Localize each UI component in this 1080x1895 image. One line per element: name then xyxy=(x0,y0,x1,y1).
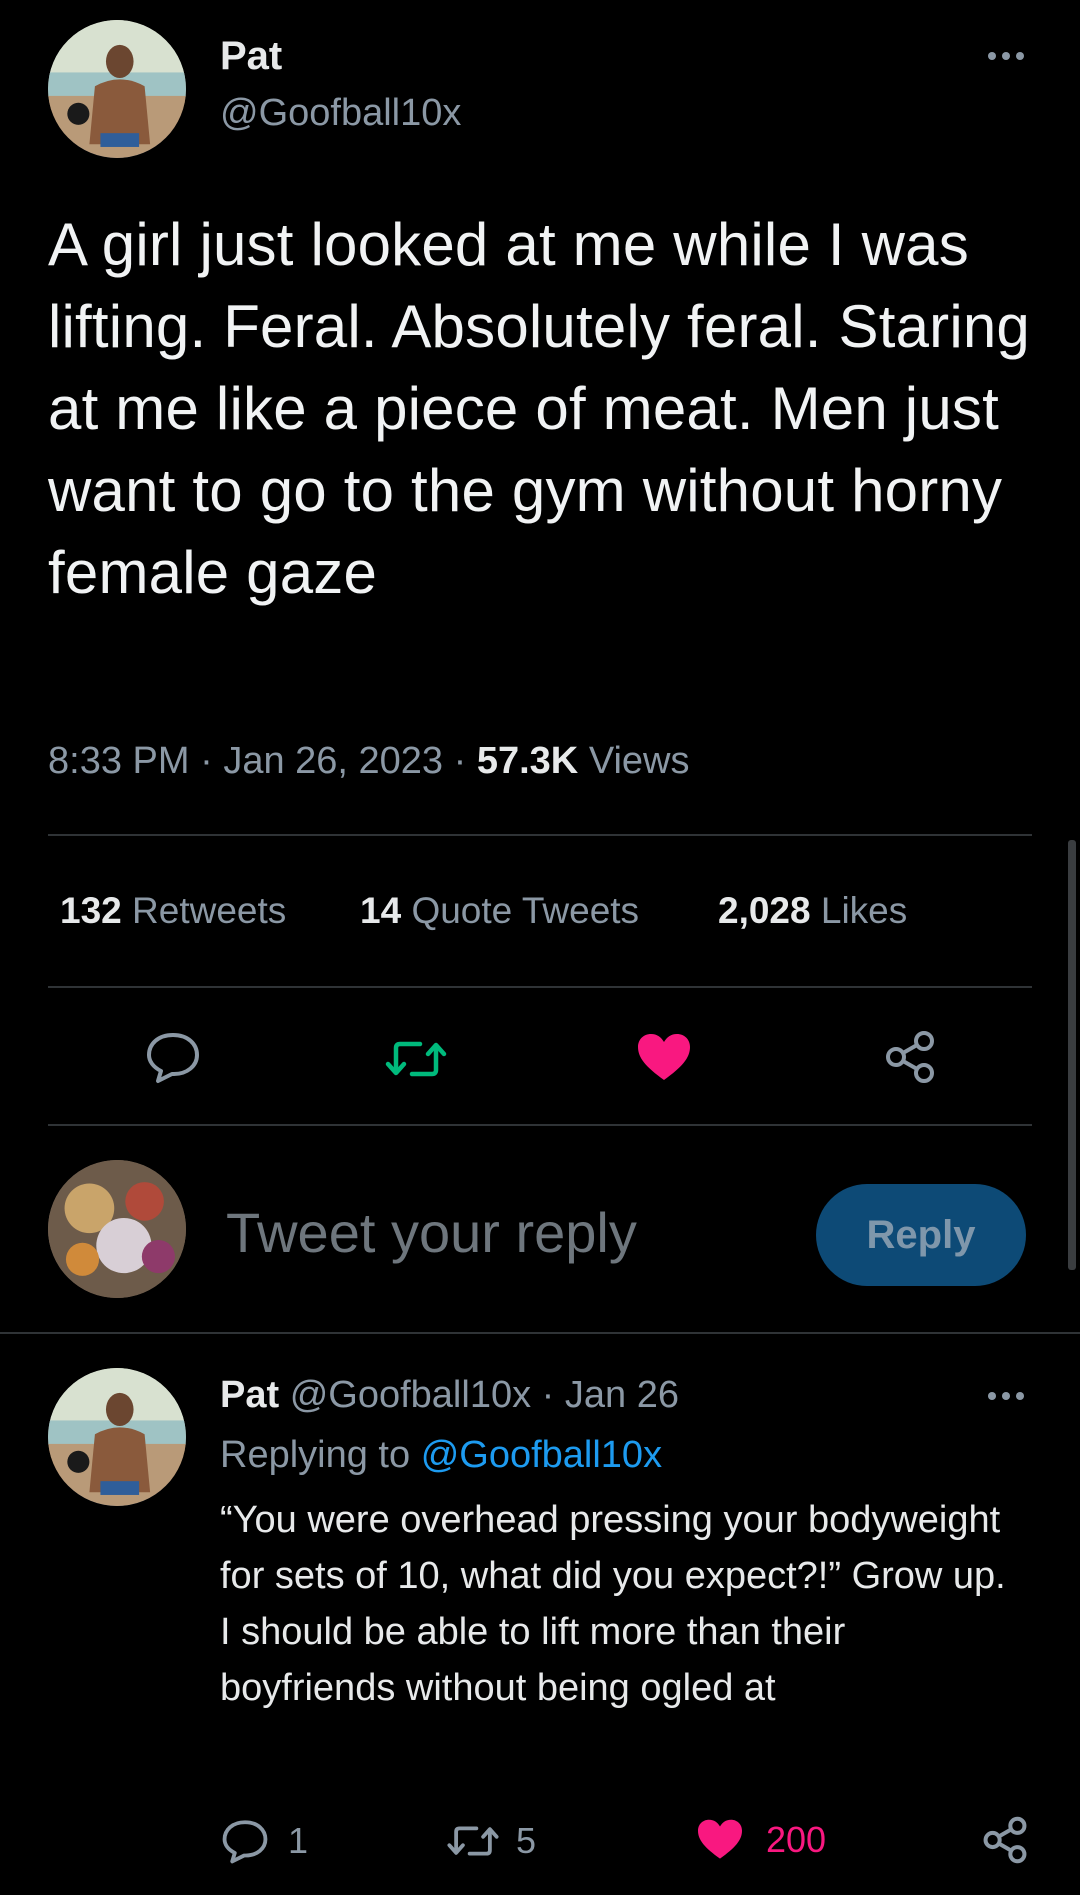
reply-share-button[interactable] xyxy=(982,1816,1028,1864)
likes-count: 2,028 xyxy=(718,890,811,931)
author-name[interactable]: Pat xyxy=(220,34,282,79)
tweet-text: A girl just looked at me while I was lif… xyxy=(48,211,1030,606)
like-count: 200 xyxy=(766,1819,827,1860)
retweets-label: Retweets xyxy=(132,890,287,931)
reply-button[interactable]: Reply xyxy=(816,1184,1026,1286)
quotes-label: Quote Tweets xyxy=(411,890,640,931)
replying-to-handle[interactable]: @Goofball10x xyxy=(421,1434,662,1476)
reply-header: Pat @Goofball10x · Jan 26 xyxy=(220,1374,679,1417)
author-avatar[interactable] xyxy=(48,20,186,158)
reply-action-button[interactable] xyxy=(144,1030,202,1084)
retweet-icon xyxy=(385,1041,447,1077)
divider xyxy=(48,1124,1032,1126)
like-action-button[interactable] xyxy=(636,1032,692,1084)
meta-separator: · xyxy=(200,740,213,782)
reply-author-name[interactable]: Pat xyxy=(220,1374,279,1416)
retweet-action-button[interactable] xyxy=(384,1036,448,1082)
quotes-count: 14 xyxy=(360,890,402,931)
share-icon xyxy=(983,1816,1027,1864)
reply-input[interactable]: Tweet your reply xyxy=(226,1200,637,1265)
avatar-photo xyxy=(48,20,186,158)
divider xyxy=(0,1332,1080,1334)
reply-like-button[interactable]: 200 xyxy=(696,1818,826,1862)
tweet-date[interactable]: Jan 26, 2023 xyxy=(223,740,443,782)
retweets-count: 132 xyxy=(60,890,122,931)
views-count: 57.3K xyxy=(476,740,579,782)
current-user-avatar[interactable] xyxy=(48,1160,186,1298)
reply-more-options-icon[interactable] xyxy=(985,1388,1027,1404)
retweet-icon xyxy=(447,1826,499,1856)
replying-to: Replying to @Goofball10x xyxy=(220,1434,662,1477)
retweets-stat[interactable]: 132 Retweets xyxy=(60,890,286,932)
comment-bubble-icon xyxy=(147,1033,199,1083)
author-handle[interactable]: @Goofball10x xyxy=(220,92,461,135)
heart-icon xyxy=(698,1819,742,1859)
share-icon xyxy=(886,1031,934,1083)
reply-count: 1 xyxy=(288,1820,309,1861)
meta-separator: · xyxy=(453,740,467,782)
comment-bubble-icon xyxy=(222,1820,268,1864)
quotes-stat[interactable]: 14 Quote Tweets xyxy=(360,890,639,932)
more-options-icon[interactable] xyxy=(985,48,1027,64)
retweet-count: 5 xyxy=(516,1820,537,1861)
tweet-time[interactable]: 8:33 PM xyxy=(48,740,190,782)
avatar-photo xyxy=(48,1368,186,1506)
likes-stat[interactable]: 2,028 Likes xyxy=(718,890,907,932)
divider xyxy=(48,834,1032,836)
reply-author-avatar[interactable] xyxy=(48,1368,186,1506)
tweet-meta: 8:33 PM · Jan 26, 2023 · 57.3K Views xyxy=(48,740,690,783)
divider xyxy=(48,986,1032,988)
views-label: Views xyxy=(588,740,690,782)
reply-text: “You were overhead pressing your bodywei… xyxy=(220,1499,1006,1709)
likes-label: Likes xyxy=(820,890,908,931)
reply-reply-button[interactable]: 1 xyxy=(220,1818,308,1864)
avatar-photo xyxy=(48,1160,186,1298)
share-action-button[interactable] xyxy=(884,1030,936,1084)
heart-icon xyxy=(638,1034,690,1080)
scrollbar[interactable] xyxy=(1068,840,1076,1270)
reply-date[interactable]: · Jan 26 xyxy=(542,1374,679,1416)
reply-retweet-button[interactable]: 5 xyxy=(446,1820,536,1862)
reply-author-handle[interactable]: @Goofball10x xyxy=(290,1374,531,1416)
replying-to-label: Replying to xyxy=(220,1434,411,1476)
